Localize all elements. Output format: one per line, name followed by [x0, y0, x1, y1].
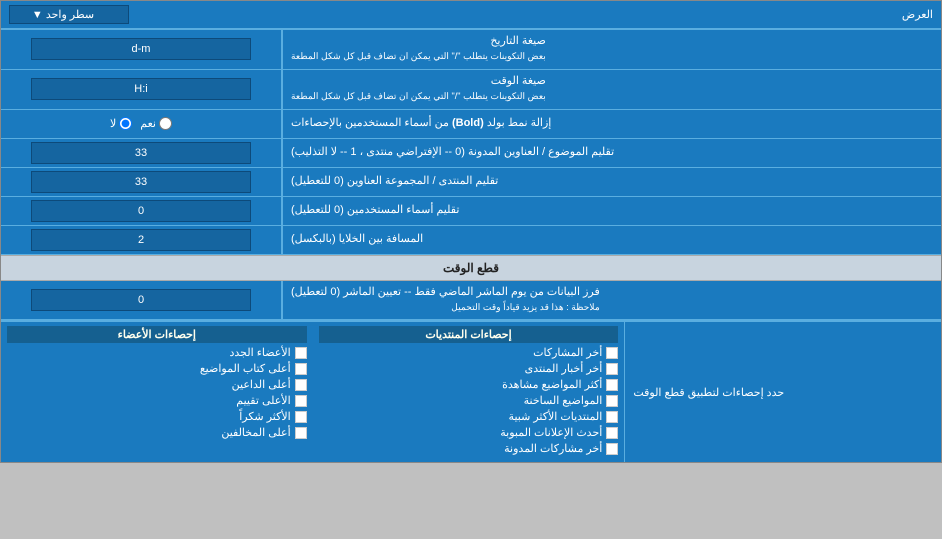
- cutoff-value-input-cell: [1, 281, 281, 320]
- stats-item: أخر مشاركات المدونة: [319, 442, 619, 455]
- user-count-row: تقليم أسماء المستخدمين (0 للتعطيل): [1, 197, 941, 226]
- checkbox-mostviewed[interactable]: [606, 379, 618, 391]
- main-container: العرض سطر واحد ▼ صيغة التاريخبعض التكوين…: [0, 0, 942, 463]
- cell-spacing-input-cell: [1, 226, 281, 254]
- forum-count-row: تقليم المنتدى / المجموعة العناوين (0 للت…: [1, 168, 941, 197]
- stats-col1: إحصاءات المنتديات أخر المشاركات أخر أخبا…: [313, 322, 625, 462]
- topic-count-input[interactable]: [31, 142, 251, 164]
- stats-item: الأعلى تقييم: [7, 394, 307, 407]
- radio-yes[interactable]: [159, 117, 172, 130]
- topic-count-label: تقليم الموضوع / العناوين المدونة (0 -- ا…: [281, 139, 941, 167]
- stats-item: أعلى كتاب المواضيع: [7, 362, 307, 375]
- checkbox-violations[interactable]: [295, 427, 307, 439]
- radio-yes-label[interactable]: نعم: [140, 117, 172, 130]
- date-format-input-cell: [1, 30, 281, 69]
- topic-count-input-cell: [1, 139, 281, 167]
- stats-item: الأعضاء الجدد: [7, 346, 307, 359]
- cell-spacing-label: المسافة بين الخلايا (بالبكسل): [281, 226, 941, 254]
- radio-no[interactable]: [119, 117, 132, 130]
- time-format-input-cell: [1, 70, 281, 109]
- cell-spacing-input[interactable]: [31, 229, 251, 251]
- user-count-label: تقليم أسماء المستخدمين (0 للتعطيل): [281, 197, 941, 225]
- cell-spacing-row: المسافة بين الخلايا (بالبكسل): [1, 226, 941, 255]
- stats-item: أكثر المواضيع مشاهدة: [319, 378, 619, 391]
- checkbox-inviters[interactable]: [295, 379, 307, 391]
- stats-item: المواضيع الساخنة: [319, 394, 619, 407]
- user-count-input[interactable]: [31, 200, 251, 222]
- date-format-row: صيغة التاريخبعض التكوينات يتطلب "/" التي…: [1, 30, 941, 70]
- topic-count-row: تقليم الموضوع / العناوين المدونة (0 -- ا…: [1, 139, 941, 168]
- checkbox-topwriters[interactable]: [295, 363, 307, 375]
- checkbox-announcements[interactable]: [606, 427, 618, 439]
- user-count-input-cell: [1, 197, 281, 225]
- stats-item: أعلى المخالفين: [7, 426, 307, 439]
- checkbox-posts[interactable]: [606, 347, 618, 359]
- checkbox-thankful[interactable]: [295, 411, 307, 423]
- stats-col1-title: إحصاءات المنتديات: [319, 326, 619, 343]
- stats-item: أخر أخبار المنتدى: [319, 362, 619, 375]
- checkbox-popular[interactable]: [606, 411, 618, 423]
- date-format-label: صيغة التاريخبعض التكوينات يتطلب "/" التي…: [281, 30, 941, 69]
- stats-col2-title: إحصاءات الأعضاء: [7, 326, 307, 343]
- checkbox-blog[interactable]: [606, 443, 618, 455]
- cutoff-value-input[interactable]: [31, 289, 251, 311]
- display-dropdown[interactable]: سطر واحد ▼: [9, 5, 129, 24]
- stats-col2: إحصاءات الأعضاء الأعضاء الجدد أعلى كتاب …: [1, 322, 313, 462]
- checkbox-news[interactable]: [606, 363, 618, 375]
- cutoff-section-header: قطع الوقت: [1, 255, 941, 281]
- display-label: العرض: [129, 8, 933, 21]
- stats-item: الأكثر شكراً: [7, 410, 307, 423]
- stats-area: حدد إحصاءات لتطبيق قطع الوقت إحصاءات الم…: [1, 320, 941, 462]
- date-format-input[interactable]: [31, 38, 251, 60]
- stats-item: أحدث الإعلانات المبوبة: [319, 426, 619, 439]
- radio-no-label[interactable]: لا: [110, 117, 132, 130]
- cutoff-value-row: فرز البيانات من يوم الماشر الماضي فقط --…: [1, 281, 941, 321]
- forum-count-label: تقليم المنتدى / المجموعة العناوين (0 للت…: [281, 168, 941, 196]
- cutoff-title: قطع الوقت: [443, 261, 499, 275]
- bold-remove-label: إزالة نمط بولد (Bold) من أسماء المستخدمي…: [281, 110, 941, 138]
- bold-remove-radio-cell: نعم لا: [1, 110, 281, 138]
- header-row: العرض سطر واحد ▼: [1, 1, 941, 30]
- checkbox-hot[interactable]: [606, 395, 618, 407]
- forum-count-input[interactable]: [31, 171, 251, 193]
- checkbox-rated[interactable]: [295, 395, 307, 407]
- stats-item: أخر المشاركات: [319, 346, 619, 359]
- time-format-row: صيغة الوقتبعض التكوينات يتطلب "/" التي ي…: [1, 70, 941, 110]
- stats-apply-label: حدد إحصاءات لتطبيق قطع الوقت: [624, 322, 941, 462]
- stats-item: أعلى الداعين: [7, 378, 307, 391]
- checkbox-newmembers[interactable]: [295, 347, 307, 359]
- cutoff-value-label: فرز البيانات من يوم الماشر الماضي فقط --…: [281, 281, 941, 320]
- bold-remove-row: إزالة نمط بولد (Bold) من أسماء المستخدمي…: [1, 110, 941, 139]
- stats-item: المنتديات الأكثر شبية: [319, 410, 619, 423]
- time-format-input[interactable]: [31, 78, 251, 100]
- forum-count-input-cell: [1, 168, 281, 196]
- time-format-label: صيغة الوقتبعض التكوينات يتطلب "/" التي ي…: [281, 70, 941, 109]
